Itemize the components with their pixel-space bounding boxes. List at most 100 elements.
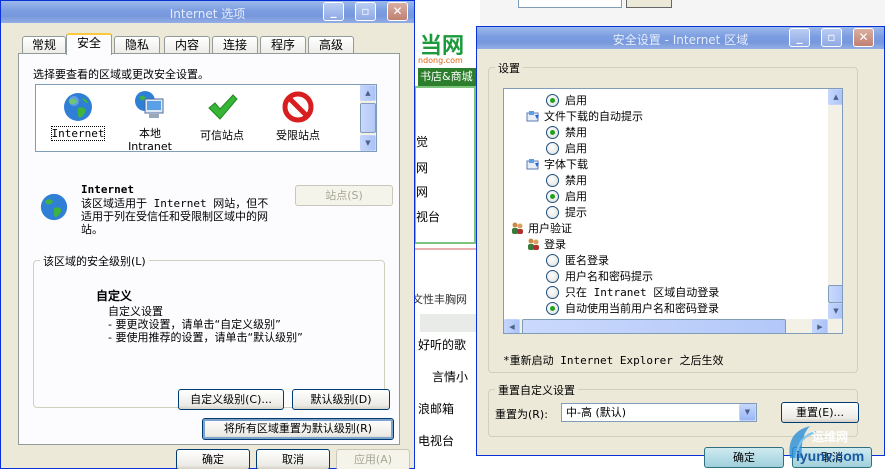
maximize-button[interactable]: ▫ [821,28,842,47]
security-settings-titlebar[interactable]: 安全设置 - Internet 区域 _ ▫ ✕ [477,27,884,49]
setting-label: 字体下载 [544,158,588,171]
tab-content[interactable]: 内容 [164,36,210,54]
setting-option[interactable]: 提示 [546,205,587,221]
custom-level-button[interactable]: 自定义级别(C)... [178,389,284,410]
setting-label: 用户验证 [528,222,572,235]
setting-option[interactable]: 启用 [546,141,587,157]
setting-option[interactable]: 匿名登录 [546,253,609,269]
default-level-button[interactable]: 默认级别(D) [292,389,390,410]
custom-line: - 要使用推荐的设置，请单击“默认级别” [108,331,303,344]
settings-folder-icon [526,159,539,170]
scroll-up-button[interactable]: ▲ [360,85,376,101]
settings-tree[interactable]: 启用 文件下载的自动提示 禁用 启用 字体下载 禁用 启用 提示 用户验证 登录 匿名登录 用户名和密… [503,88,843,334]
radio-button[interactable] [546,125,559,139]
bg-divider [414,248,476,250]
tab-general[interactable]: 常规 [22,36,66,54]
bg-logo-bar: 书店&商城 [418,68,478,86]
setting-option[interactable]: 禁用 [546,173,587,189]
tab-advanced[interactable]: 高级 [308,36,354,54]
setting-category[interactable]: 文件下载的自动提示 [526,109,643,125]
bg-line[interactable]: 浪邮箱 [418,400,454,417]
internet-options-titlebar[interactable]: Internet 选项 _ ▫ ✕ [1,1,414,23]
maximize-button[interactable]: ▫ [355,2,376,21]
chevron-down-icon[interactable]: ▼ [739,404,756,421]
scroll-left-button[interactable]: ◀ [504,319,520,333]
scroll-down-button[interactable]: ▼ [360,135,376,151]
bg-line[interactable]: 电视台 [418,432,454,449]
setting-option[interactable]: 启用 [546,93,587,109]
setting-label: 启用 [565,94,587,107]
setting-category[interactable]: 登录 [526,237,566,253]
bg-line[interactable]: 网 [416,159,428,176]
cancel-button[interactable]: 取消 [256,449,330,469]
zone-restricted-sites[interactable]: 受限站点 [258,87,338,147]
users-icon [512,222,523,234]
scroll-thumb[interactable] [828,285,842,303]
bg-search-input[interactable] [518,0,622,8]
bg-line[interactable]: 言情小 [432,368,468,385]
setting-option[interactable]: 自动使用当前用户名和密码登录 [546,301,719,317]
tab-connections[interactable]: 连接 [212,36,258,54]
custom-level-description: 自定义设置 - 要更改设置，请单击“自定义级别” - 要使用推荐的设置，请单击“… [108,305,303,344]
bg-line[interactable]: 视台 [416,208,440,225]
bg-search-button[interactable] [626,0,672,8]
apply-button[interactable]: 应用(A) [336,449,410,469]
reset-level-select[interactable]: 中-高 (默认) ▼ [561,403,757,422]
bg-line[interactable]: 好听的歌 [418,336,466,353]
zone-list-scrollbar[interactable]: ▲ ▼ [360,85,376,151]
window-title: Internet 选项 [169,7,246,21]
setting-option[interactable]: 用户名和密码提示 [546,269,653,285]
radio-button[interactable] [546,269,559,283]
bg-line[interactable]: 觉 [416,133,428,150]
tree-horizontal-scrollbar[interactable]: ◀ ▶ [504,319,828,333]
close-button[interactable]: ✕ [387,2,408,21]
tab-programs[interactable]: 程序 [260,36,306,54]
radio-button[interactable] [546,301,559,315]
radio-button[interactable] [546,205,559,219]
internet-options-window: Internet 选项 _ ▫ ✕ 常规 安全 隐私 内容 连接 程序 高级 选… [0,0,415,469]
custom-line: - 要更改设置，请单击“自定义级别” [108,318,281,331]
reset-all-zones-button[interactable]: 将所有区域重置为默认级别(R) [202,418,394,440]
checkmark-icon [208,94,238,120]
tree-vertical-scrollbar[interactable]: ▲ ▼ [828,89,842,333]
zone-list[interactable]: Internet 本地 Intranet 可信站点 受限站点 ▲ ▼ [35,84,377,153]
radio-button[interactable] [546,253,559,267]
ok-button[interactable]: 确定 [176,449,250,469]
sites-button[interactable]: 站点(S) [295,185,393,206]
setting-category[interactable]: 字体下载 [526,157,588,173]
close-button[interactable]: ✕ [853,28,874,47]
scroll-thumb[interactable] [360,103,376,133]
tab-privacy[interactable]: 隐私 [114,36,160,54]
radio-button[interactable] [546,173,559,187]
zone-internet[interactable]: Internet [38,87,118,147]
bg-line[interactable]: 文性丰胸网 [412,291,467,307]
scroll-thumb[interactable] [522,319,786,333]
security-tab-panel: 选择要查看的区域或更改安全设置。 Internet 本地 Intranet 可信… [18,53,400,445]
tab-security[interactable]: 安全 [66,33,112,55]
radio-button[interactable] [546,141,559,155]
scroll-up-button[interactable]: ▲ [828,89,842,105]
radio-button[interactable] [546,285,559,299]
reset-to-label: 重置为(R): [495,408,548,421]
setting-label: 文件下载的自动提示 [544,110,643,123]
bg-line[interactable]: 网 [416,183,428,200]
minimize-button[interactable]: _ [323,2,344,21]
minimize-button[interactable]: _ [789,28,810,47]
setting-option[interactable]: 禁用 [546,125,587,141]
setting-label: 用户名和密码提示 [565,270,653,283]
computer-icon [135,91,164,118]
setting-option[interactable]: 只在 Intranet 区域自动登录 [546,285,719,301]
setting-label: 只在 Intranet 区域自动登录 [565,286,720,299]
ok-button[interactable]: 确定 [704,447,784,468]
setting-label: 启用 [565,142,587,155]
zone-local-intranet[interactable]: 本地 Intranet [110,87,190,153]
zone-label: 可信站点 [200,129,244,142]
setting-label: 匿名登录 [565,254,609,267]
scroll-right-button[interactable]: ▶ [812,319,828,333]
radio-button[interactable] [546,189,559,203]
setting-option[interactable]: 启用 [546,189,587,205]
radio-button[interactable] [546,93,559,107]
scroll-down-button[interactable]: ▼ [828,303,842,319]
setting-category[interactable]: 用户验证 [510,221,572,237]
zone-trusted-sites[interactable]: 可信站点 [182,87,262,147]
